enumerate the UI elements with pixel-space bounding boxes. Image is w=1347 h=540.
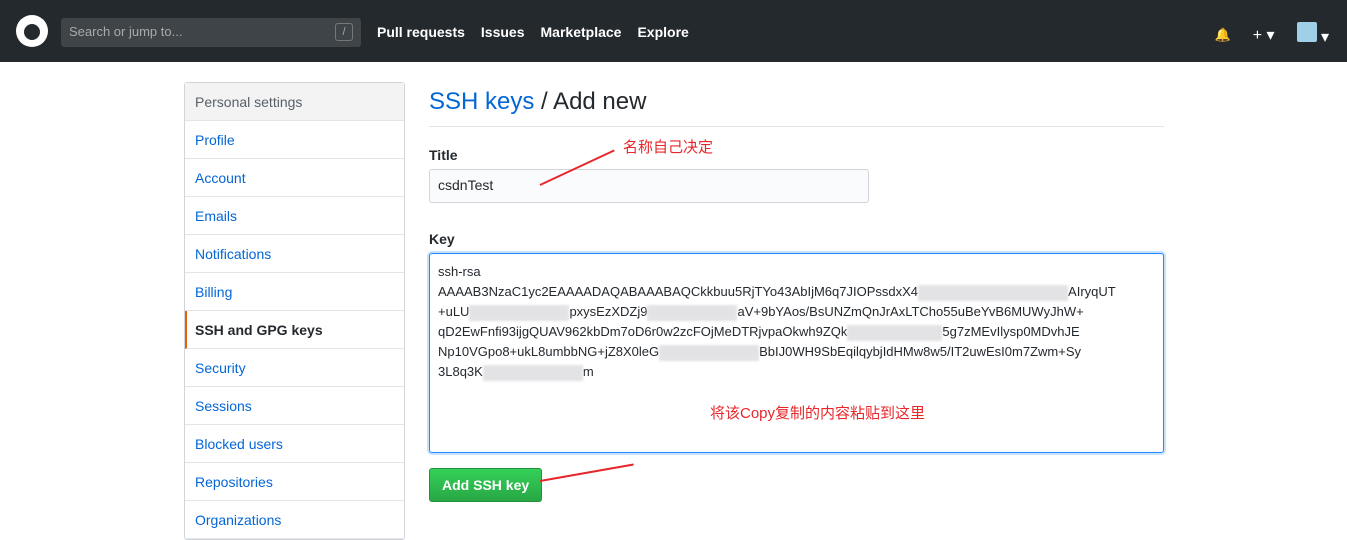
key-text: 3L8q3K [438, 364, 483, 379]
key-annotation: 将该Copy复制的内容粘贴到这里 [710, 405, 926, 422]
key-text: AAAAB3NzaC1yc2EAAAADAQABAAABAQCkkbuu5RjT… [438, 284, 919, 299]
key-text: 5g7zMEvIlysp0MDvhJE [942, 324, 1080, 339]
key-text: +uLU [438, 304, 470, 319]
title-suffix: / Add new [534, 88, 647, 115]
nav-marketplace[interactable]: Marketplace [541, 24, 622, 40]
nav-pull-requests[interactable]: Pull requests [377, 24, 465, 40]
sidebar-item-sessions[interactable]: Sessions [185, 387, 404, 425]
key-line: ssh-rsa [438, 264, 481, 279]
key-text: aV+9bYAos/BsUNZmQnJrAxLTCho55uBeYvB6MUWy… [737, 304, 1084, 319]
main-content: SSH keys / Add new Title csdnTest Key ss… [429, 82, 1164, 502]
key-text: AIryqUT [1068, 284, 1116, 299]
add-ssh-key-button[interactable]: Add SSH key [429, 468, 543, 502]
key-text: m [582, 364, 594, 379]
title-label: Title [429, 147, 458, 163]
key-text: Np10VGpo8+ukL8umbbNG+jZ8X0leG [438, 344, 660, 359]
redacted-blur [659, 344, 760, 361]
sidebar-item-profile[interactable]: Profile [185, 121, 404, 159]
search-placeholder: Search or jump to... [69, 24, 183, 39]
nav-explore[interactable]: Explore [637, 24, 688, 40]
nav-issues[interactable]: Issues [481, 24, 525, 40]
avatar [1296, 22, 1317, 42]
top-nav-bar: Search or jump to... / Pull requests Issu… [0, 0, 1347, 62]
github-logo-icon[interactable] [16, 15, 48, 47]
key-label: Key [429, 231, 455, 247]
settings-sidebar: Personal settings Profile Account Emails… [184, 82, 405, 540]
redacted-blur [469, 304, 570, 321]
sidebar-item-ssh-gpg-keys[interactable]: SSH and GPG keys [185, 311, 404, 349]
sidebar-item-notifications[interactable]: Notifications [185, 235, 404, 273]
key-text: qD2EwFnfi93ijgQUAV962kbDm7oD6r0w2zcFOjMe… [438, 324, 848, 339]
sidebar-item-security[interactable]: Security [185, 349, 404, 387]
redacted-blur [482, 364, 583, 381]
title-annotation: 名称自己决定 [623, 139, 714, 156]
title-input[interactable]: csdnTest [429, 169, 869, 203]
bell-icon[interactable]: 🔔 [1215, 27, 1231, 43]
key-text: pxysEzXDZj9 [569, 304, 648, 319]
redacted-blur [918, 284, 1069, 301]
sidebar-item-blocked-users[interactable]: Blocked users [185, 425, 404, 463]
search-input[interactable]: Search or jump to... / [61, 18, 361, 47]
key-text: BbIJ0WH9SbEqilqybjIdHMw8w5/IT2uwEsI0m7Zw… [759, 344, 1081, 359]
caret-down-icon: ▾ [1320, 29, 1329, 46]
plus-dropdown-icon[interactable]: + ▾ [1253, 25, 1275, 45]
sidebar-item-billing[interactable]: Billing [185, 273, 404, 311]
sidebar-item-repositories[interactable]: Repositories [185, 463, 404, 501]
sidebar-item-emails[interactable]: Emails [185, 197, 404, 235]
page-title: SSH keys / Add new [429, 88, 1164, 127]
sidebar-item-account[interactable]: Account [185, 159, 404, 197]
sidebar-heading: Personal settings [185, 83, 404, 121]
ssh-keys-link[interactable]: SSH keys [429, 88, 534, 115]
sidebar-item-organizations[interactable]: Organizations [185, 501, 404, 539]
key-textarea[interactable]: ssh-rsa AAAAB3NzaC1yc2EAAAADAQABAAABAQCk… [429, 253, 1164, 453]
redacted-blur [647, 304, 738, 321]
slash-shortcut-icon: / [335, 23, 353, 41]
redacted-blur [847, 324, 943, 341]
avatar-menu[interactable]: ▾ [1296, 22, 1329, 47]
